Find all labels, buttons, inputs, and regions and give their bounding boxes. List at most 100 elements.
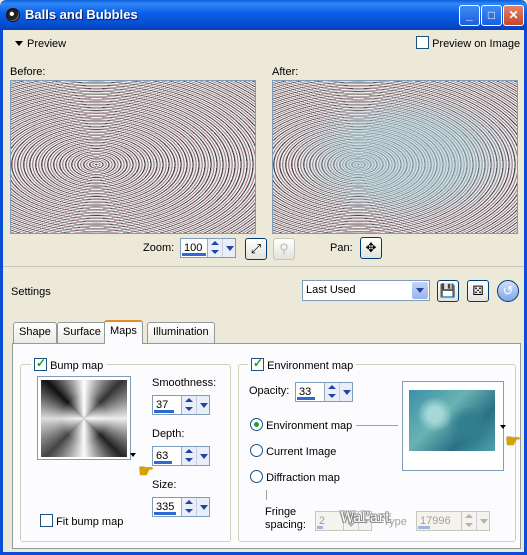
environment-map-radio[interactable]	[250, 418, 263, 431]
before-preview-image[interactable]	[10, 80, 256, 234]
environment-map-dropdown-icon[interactable]	[500, 425, 506, 429]
randomize-button[interactable]: ⚄	[467, 280, 489, 302]
depth-level-bar	[154, 461, 172, 464]
preview-toggle-label: Preview	[27, 38, 67, 50]
current-image-radio[interactable]	[250, 444, 263, 457]
zoom-spinner[interactable]: 100	[180, 238, 236, 258]
spin-down-icon[interactable]	[182, 456, 196, 465]
size-spinner-arrows[interactable]	[181, 498, 209, 516]
after-preview-image[interactable]	[272, 80, 518, 234]
fit-to-window-button[interactable]: ⤢	[245, 238, 267, 260]
connector-line	[356, 425, 398, 426]
spin-up-icon[interactable]	[208, 239, 222, 248]
depth-label: Depth:	[152, 428, 185, 440]
opacity-spinner[interactable]: 33	[295, 382, 353, 402]
tab-illumination[interactable]: Illumination	[147, 322, 215, 343]
bump-map-dropdown-icon[interactable]	[130, 453, 136, 457]
zoom-level-bar	[182, 253, 206, 256]
app-icon	[6, 8, 20, 22]
type-spinner-arrows	[461, 512, 489, 530]
spin-up-icon[interactable]	[182, 498, 196, 507]
tab-shape[interactable]: Shape	[13, 322, 57, 343]
fit-bump-map-checkbox[interactable]	[40, 514, 53, 527]
fringe-level-bar	[317, 526, 323, 529]
preview-toggle[interactable]: Preview	[15, 38, 66, 50]
smoothness-spinner[interactable]: 37	[152, 395, 210, 415]
watermark: Wal'art	[340, 510, 391, 526]
spin-up-icon[interactable]	[182, 396, 196, 405]
bump-map-label: Bump map	[50, 360, 104, 372]
size-level-bar	[154, 512, 176, 515]
dropdown-arrow-icon[interactable]	[339, 383, 353, 401]
environment-map-label: Environment map	[267, 360, 354, 372]
dropdown-arrow-icon	[476, 512, 490, 530]
preset-select[interactable]: Last Used	[302, 280, 430, 301]
tab-maps[interactable]: Maps	[104, 320, 143, 344]
pan-label: Pan:	[330, 242, 353, 254]
env-option-current-image[interactable]: Current Image	[250, 444, 336, 458]
fit-bump-map-label: Fit bump map	[56, 516, 124, 528]
fringe-label-line1: Fringe	[265, 506, 297, 518]
spin-down-icon	[462, 521, 476, 530]
env-option-environment-map[interactable]: Environment map	[250, 418, 352, 432]
environment-map-checkbox[interactable]	[251, 356, 264, 371]
spin-up-icon[interactable]	[325, 383, 339, 392]
chevron-down-icon	[15, 41, 23, 46]
bump-map-swatch	[41, 380, 127, 457]
tab-surface[interactable]: Surface	[57, 322, 107, 343]
bump-map-thumbnail[interactable]	[37, 376, 131, 460]
window-title: Balls and Bubbles	[25, 7, 138, 22]
bump-map-option[interactable]: Bump map	[31, 356, 107, 372]
spin-down-icon[interactable]	[325, 392, 339, 401]
maximize-button[interactable]: □	[481, 5, 502, 26]
depth-spinner-arrows[interactable]	[181, 447, 209, 465]
pan-move-icon: ✥	[365, 240, 377, 255]
preview-on-image-option[interactable]: Preview on Image	[416, 36, 520, 50]
environment-map-swatch	[409, 390, 495, 451]
floppy-save-icon: 💾	[439, 283, 457, 298]
spin-up-icon[interactable]	[182, 447, 196, 456]
env-option-label: Environment map	[266, 420, 353, 432]
zoom-label: Zoom:	[143, 242, 175, 254]
preset-value: Last Used	[306, 284, 356, 296]
environment-map-option[interactable]: Environment map	[248, 356, 357, 372]
spin-down-icon[interactable]	[208, 248, 222, 257]
save-preset-button[interactable]: 💾	[437, 280, 459, 302]
type-spinner: 17996	[416, 511, 490, 531]
spin-down-icon[interactable]	[182, 507, 196, 516]
spin-down-icon[interactable]	[182, 405, 196, 414]
dropdown-arrow-icon[interactable]	[196, 396, 210, 414]
divider	[3, 266, 524, 267]
env-option-label: Diffraction map	[266, 472, 340, 484]
depth-spinner[interactable]: 63	[152, 446, 210, 466]
fit-bump-map-option[interactable]: Fit bump map	[40, 514, 123, 528]
dropdown-arrow-icon[interactable]	[222, 239, 236, 257]
env-option-label: Current Image	[266, 446, 337, 458]
bump-map-checkbox[interactable]	[34, 356, 47, 371]
magnifier-icon: ⚲	[279, 241, 289, 256]
reset-button[interactable]: ↺	[497, 280, 519, 302]
opacity-spinner-arrows[interactable]	[324, 383, 352, 401]
reset-icon: ↺	[502, 283, 514, 298]
chevron-down-icon[interactable]	[412, 282, 428, 299]
environment-map-thumbnail[interactable]	[402, 381, 504, 471]
dropdown-arrow-icon[interactable]	[196, 447, 210, 465]
dialog-client: Preview Preview on Image Before: After: …	[0, 30, 527, 555]
minimize-button[interactable]: _	[459, 5, 480, 26]
zoom-spinner-arrows[interactable]	[207, 239, 235, 257]
smoothness-spinner-arrows[interactable]	[181, 396, 209, 414]
dropdown-arrow-icon[interactable]	[196, 498, 210, 516]
preview-on-image-label: Preview on Image	[432, 38, 521, 50]
preview-on-image-checkbox[interactable]	[416, 36, 429, 49]
dice-randomize-icon: ⚄	[472, 283, 484, 298]
close-button[interactable]: ✕	[503, 5, 524, 26]
size-spinner[interactable]: 335	[152, 497, 210, 517]
zoom-tool-button: ⚲	[273, 238, 295, 260]
env-option-diffraction-map[interactable]: Diffraction map	[250, 470, 340, 484]
smoothness-level-bar	[154, 410, 174, 413]
spin-up-icon	[462, 512, 476, 521]
diffraction-map-radio[interactable]	[250, 470, 263, 483]
maps-tab-panel: Bump map ☛ Smoothness: 37 Depth: 63 Size…	[12, 343, 521, 549]
fringe-label-line2: spacing:	[265, 519, 306, 531]
pan-button[interactable]: ✥	[360, 237, 382, 259]
